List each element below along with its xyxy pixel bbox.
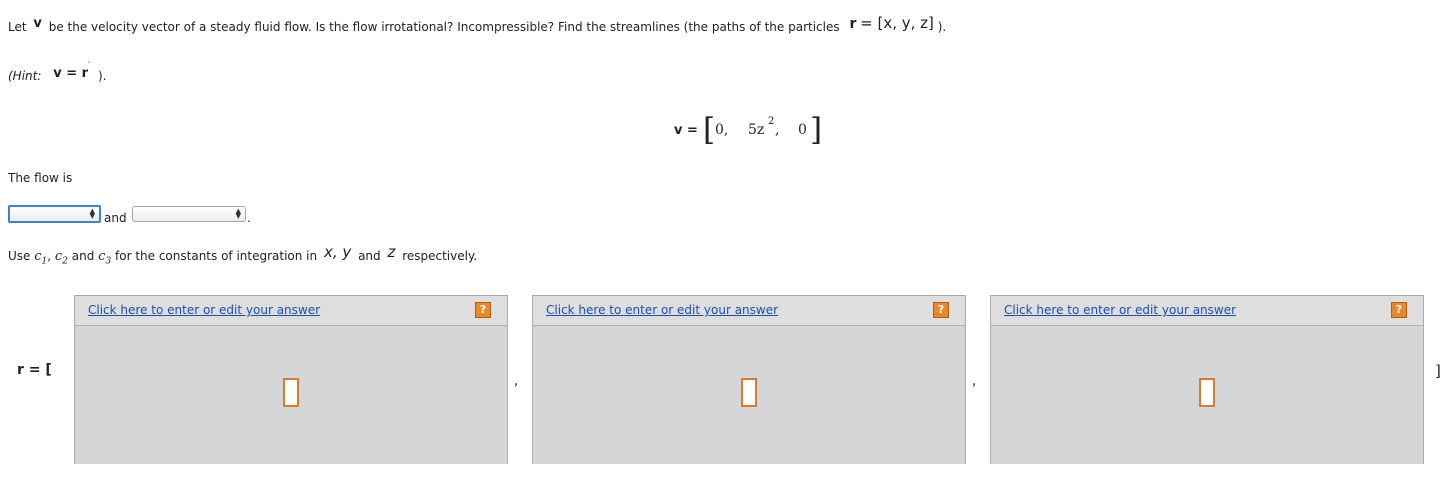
z-symbol: z <box>387 243 396 261</box>
select-arrows-icon: ▲ ▼ <box>235 207 241 220</box>
hint-formula: v = r <box>53 66 89 81</box>
and-text-1: and <box>71 249 95 263</box>
c3-symbol: c3 <box>98 249 112 267</box>
question-line: Let v be the velocity vector of a steady… <box>8 14 947 35</box>
instructions: Use c1, c2 and c3 for the constants of i… <box>8 243 478 267</box>
separator-2: , <box>972 374 977 389</box>
answer-input-box[interactable] <box>1199 378 1215 407</box>
comma: , <box>47 249 52 263</box>
edit-answer-link[interactable]: Click here to enter or edit your answer <box>546 303 778 317</box>
result-lhs: r = [ <box>17 362 52 378</box>
help-icon[interactable]: ? <box>1391 302 1407 318</box>
xy-symbols: x, y <box>323 243 352 261</box>
select-arrows-icon: ▲ ▼ <box>89 207 95 220</box>
and-text-2: and <box>358 249 381 263</box>
question-close: ). <box>937 20 947 34</box>
c1-symbol: c1 <box>34 249 48 267</box>
c2-symbol: c2 <box>54 249 68 267</box>
answer-panel-z[interactable]: Click here to enter or edit your answer … <box>990 295 1424 464</box>
result-close-bracket: ] <box>1435 362 1441 380</box>
respectively-text: respectively. <box>402 249 478 263</box>
use-text: Use <box>8 249 31 263</box>
answer-panel-header: Click here to enter or edit your answer … <box>991 296 1423 326</box>
edit-answer-link[interactable]: Click here to enter or edit your answer <box>1004 303 1236 317</box>
help-icon[interactable]: ? <box>933 302 949 318</box>
left-bracket: [ <box>703 112 716 148</box>
hint-open: (Hint: <box>8 69 42 83</box>
position-vector: = [x, y, z] <box>860 14 934 32</box>
answer-panel-y[interactable]: Click here to enter or edit your answer … <box>532 295 966 464</box>
entry-3: 0 <box>798 122 807 138</box>
flow-period: . <box>247 211 251 225</box>
question-text: be the velocity vector of a steady fluid… <box>48 20 840 34</box>
help-icon[interactable]: ? <box>475 302 491 318</box>
answer-panel-header: Click here to enter or edit your answer … <box>75 296 507 326</box>
entry-2: 5z <box>748 122 765 138</box>
for-text: for the constants of integration in <box>115 249 318 263</box>
v-symbol: v <box>33 16 42 31</box>
flow-label: The flow is <box>8 171 73 185</box>
flow-property-select-1[interactable]: ▲ ▼ <box>8 205 101 223</box>
and-text: and <box>104 211 127 225</box>
entry-2-comma: , <box>775 122 780 138</box>
entry-2-exponent: 2 <box>768 116 775 127</box>
equation-lhs: v = <box>674 123 698 138</box>
answer-input-box[interactable] <box>283 378 299 407</box>
hint-close: ). <box>97 69 107 83</box>
answer-panel-x[interactable]: Click here to enter or edit your answer … <box>74 295 508 464</box>
hint: (Hint: v = r′ ). <box>8 61 107 84</box>
answer-panel-header: Click here to enter or edit your answer … <box>533 296 965 326</box>
flow-property-select-2[interactable]: ▲ ▼ <box>132 206 246 222</box>
entry-1: 0, <box>715 122 729 138</box>
prime-mark: ′ <box>88 61 91 71</box>
let-text: Let <box>8 20 27 34</box>
edit-answer-link[interactable]: Click here to enter or edit your answer <box>88 303 320 317</box>
r-symbol: r <box>849 16 857 32</box>
right-bracket: ] <box>810 112 823 148</box>
separator-1: , <box>514 374 519 389</box>
answer-input-box[interactable] <box>741 378 757 407</box>
